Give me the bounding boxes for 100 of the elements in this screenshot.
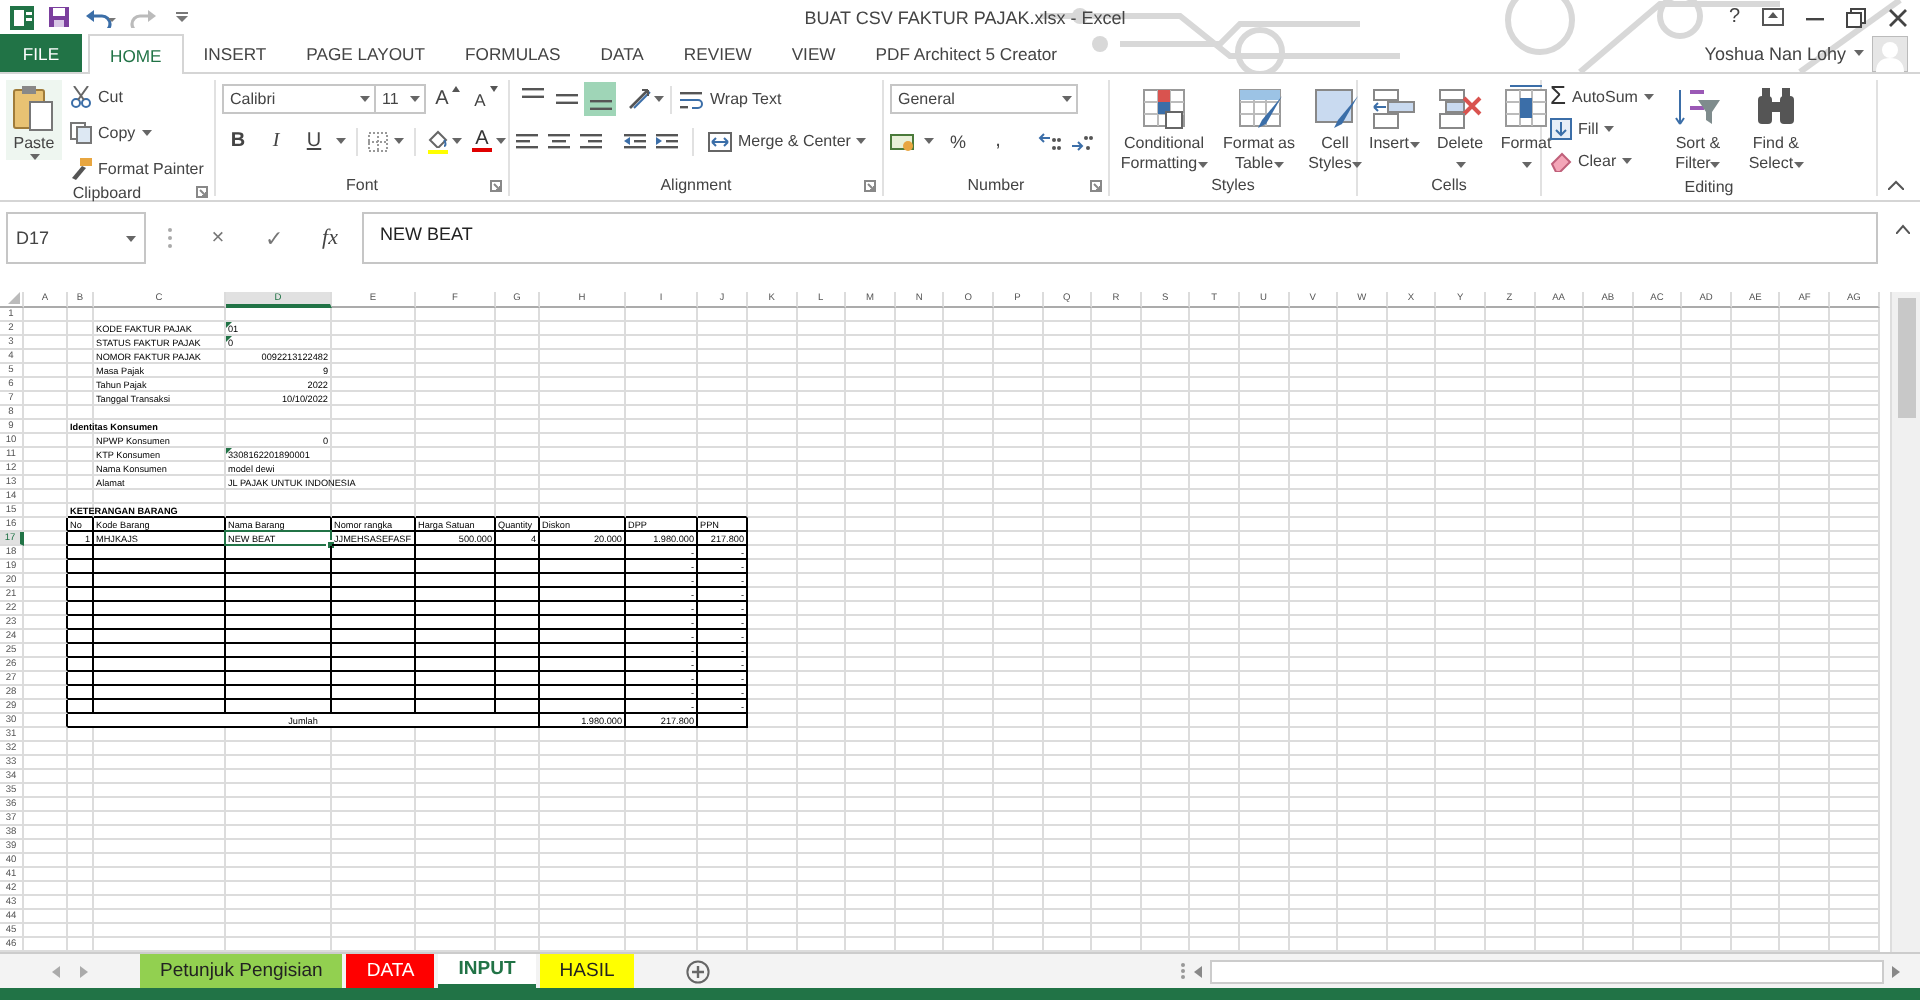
ribbon-tab[interactable]: PDF Architect 5 Creator (855, 34, 1078, 72)
name-box[interactable]: D17 (6, 212, 146, 264)
caret-icon[interactable] (1854, 50, 1864, 56)
decrease-indent-icon[interactable] (624, 131, 648, 151)
decrease-decimal-icon[interactable] (1070, 131, 1094, 151)
delete-button[interactable]: Delete (1430, 80, 1490, 174)
underline-button[interactable]: U (298, 126, 330, 156)
collapse-ribbon-icon[interactable] (1888, 180, 1904, 190)
sheet-tab[interactable]: Petunjuk Pengisian (140, 954, 343, 989)
align-right-icon[interactable] (580, 131, 604, 151)
fill-button[interactable]: Fill (1548, 112, 1656, 144)
save-icon[interactable] (48, 6, 70, 28)
insert-button[interactable]: Insert (1364, 80, 1424, 154)
increase-indent-icon[interactable] (656, 131, 680, 151)
dialog-launcher-icon[interactable] (490, 180, 502, 192)
fill-color-button[interactable] (426, 126, 464, 156)
help-button[interactable]: ? (1728, 6, 1740, 28)
accounting-format-icon[interactable] (890, 131, 916, 151)
caret-icon[interactable] (1351, 162, 1362, 168)
clear-button[interactable]: Clear (1548, 144, 1656, 176)
insert-function-button[interactable]: fx (306, 212, 354, 264)
caret-icon[interactable] (924, 138, 934, 144)
dialog-launcher-icon[interactable] (1090, 180, 1102, 192)
caret-icon[interactable] (1197, 162, 1208, 168)
cell-styles-button[interactable]: Cell Styles (1306, 80, 1364, 174)
ribbon-display-icon[interactable] (1762, 8, 1784, 26)
align-bottom-button[interactable] (584, 82, 616, 116)
caret-icon[interactable] (1643, 93, 1654, 99)
caret-icon[interactable] (1604, 125, 1615, 131)
sheet-tab[interactable]: HASIL (539, 954, 635, 989)
caret-icon[interactable] (336, 138, 346, 144)
caret-icon[interactable] (654, 96, 664, 102)
sort-filter-button[interactable]: Sort & Filter (1661, 80, 1734, 174)
caret-icon[interactable] (1273, 162, 1284, 168)
restore-icon[interactable] (1846, 7, 1866, 27)
format-as-table-button[interactable]: Format as Table (1218, 80, 1300, 174)
sheet-tab[interactable]: DATA (346, 954, 435, 989)
customize-icon[interactable] (176, 12, 188, 22)
scroll-right-icon[interactable] (1892, 965, 1900, 978)
scroll-left-icon[interactable] (1194, 965, 1202, 978)
font-name-field[interactable]: Calibri (222, 84, 376, 114)
caret-icon[interactable] (452, 138, 462, 144)
merge-center-button[interactable]: Merge & Center (706, 125, 869, 157)
horizontal-scrollbar[interactable] (1210, 959, 1884, 984)
caret-icon[interactable] (1710, 162, 1721, 168)
borders-icon[interactable] (368, 131, 388, 151)
format-painter-button[interactable]: Format Painter (68, 152, 206, 184)
conditional-formatting-button[interactable]: Conditional Formatting (1116, 80, 1212, 174)
expand-icon[interactable] (1896, 224, 1910, 234)
dialog-launcher-icon[interactable] (864, 180, 876, 192)
caret-icon[interactable] (1409, 142, 1419, 148)
caret-icon[interactable] (1062, 96, 1072, 102)
caret-icon[interactable] (360, 96, 370, 102)
text-orientation-icon[interactable] (628, 88, 652, 110)
app-icon[interactable] (10, 5, 34, 29)
ribbon-tab[interactable]: REVIEW (663, 34, 772, 72)
increase-decimal-icon[interactable] (1038, 131, 1062, 151)
shrink-font-button[interactable]: A (470, 84, 502, 114)
caret-icon[interactable] (141, 129, 152, 135)
close-icon[interactable] (1888, 7, 1908, 27)
enter-button[interactable]: ✓ (250, 212, 298, 264)
wrap-text-button[interactable]: Wrap Text (678, 83, 784, 115)
caret-icon[interactable] (1455, 162, 1465, 168)
ribbon-tab[interactable]: INSERT (183, 34, 287, 72)
center-icon[interactable] (548, 131, 572, 151)
formula-field[interactable]: NEW BEAT (362, 212, 1878, 264)
vertical-scrollbar[interactable] (1890, 292, 1920, 952)
caret-icon[interactable] (394, 138, 404, 144)
grow-font-button[interactable]: A (432, 84, 464, 114)
number-format-field[interactable]: General (890, 84, 1078, 114)
caret-icon[interactable] (856, 138, 867, 144)
cut-button[interactable]: Cut (68, 80, 206, 112)
caret-icon[interactable] (126, 235, 136, 241)
caret-icon[interactable] (1521, 162, 1531, 168)
copy-button[interactable]: Copy (68, 116, 206, 148)
find-select-button[interactable]: Find & Select (1739, 80, 1812, 174)
caret-icon[interactable] (1622, 157, 1633, 163)
cancel-button[interactable]: × (194, 212, 242, 264)
bold-button[interactable]: B (222, 126, 254, 156)
caret-icon[interactable] (496, 138, 506, 144)
ribbon-tab[interactable]: HOME (88, 34, 184, 74)
caret-icon[interactable] (1793, 162, 1804, 168)
ribbon-tab[interactable]: VIEW (771, 34, 856, 72)
font-size-field[interactable]: 11 (374, 84, 426, 114)
ribbon-tab[interactable]: FORMULAS (445, 34, 581, 72)
comma-button[interactable]: , (982, 126, 1014, 156)
ribbon-tab[interactable]: DATA (580, 34, 664, 72)
user-name[interactable]: Yoshua Nan Lohy (1704, 43, 1846, 63)
caret-icon[interactable] (29, 154, 39, 160)
undo-icon[interactable] (84, 7, 116, 27)
dialog-launcher-icon[interactable] (196, 186, 208, 198)
font-color-button[interactable]: A (470, 126, 508, 156)
ribbon-tab[interactable]: PAGE LAYOUT (286, 34, 446, 72)
italic-button[interactable]: I (260, 126, 292, 156)
align-left-icon[interactable] (516, 131, 540, 151)
percent-button[interactable]: % (942, 126, 974, 156)
file-tab[interactable]: FILE (0, 34, 82, 72)
sheet-tab[interactable]: INPUT (438, 954, 536, 989)
paste-button[interactable]: Paste (6, 80, 62, 160)
autosum-button[interactable]: Σ AutoSum (1548, 80, 1656, 112)
